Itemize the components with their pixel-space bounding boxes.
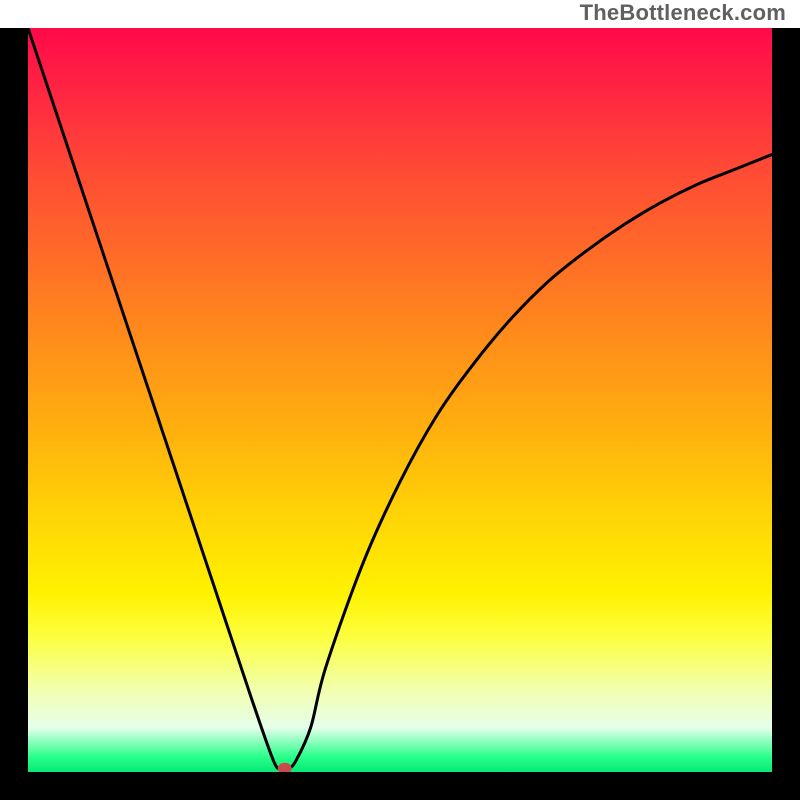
- chart-container: TheBottleneck.com: [0, 0, 800, 800]
- curve-layer: [28, 28, 772, 772]
- plot-area: [28, 28, 772, 772]
- minimum-marker: [278, 763, 292, 772]
- bottleneck-curve: [28, 28, 772, 769]
- attribution-label: TheBottleneck.com: [578, 0, 788, 28]
